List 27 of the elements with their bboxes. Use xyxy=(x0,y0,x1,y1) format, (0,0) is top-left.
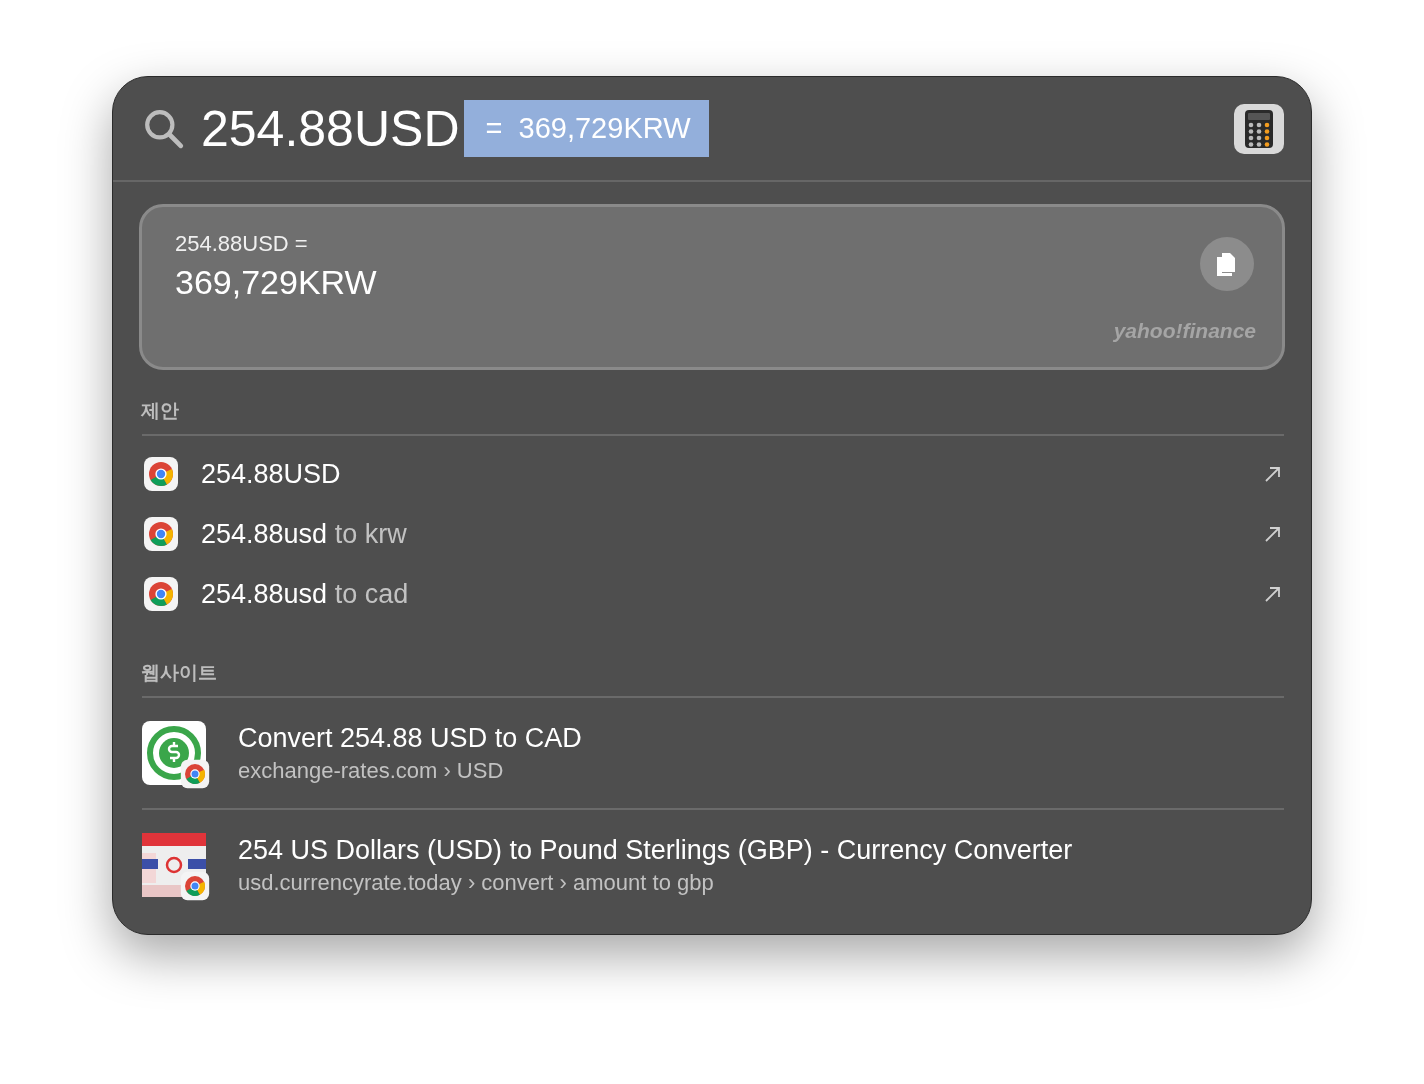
suggestion-text: 254.88usd to krw xyxy=(201,518,407,550)
website-title: Convert 254.88 USD to CAD xyxy=(238,722,582,754)
website-item[interactable]: 254 US Dollars (USD) to Pound Sterlings (GBP) - Currency Converter usd.currencyrate.today › convert › amount to gbp xyxy=(139,810,1285,920)
section-heading: 제안 xyxy=(141,399,180,423)
suggestion-item[interactable]: 254.88usd to krw xyxy=(139,504,1285,564)
conversion-expression: 254.88USD = xyxy=(175,231,309,257)
calculator-icon[interactable] xyxy=(1233,102,1285,155)
inline-result: = 369,729KRW xyxy=(463,100,709,157)
arrow-icon xyxy=(1263,464,1283,484)
website-url: exchange-rates.com › USD xyxy=(238,757,505,784)
arrow-icon xyxy=(1263,584,1283,604)
search-icon xyxy=(143,107,185,150)
section-heading: 웹사이트 xyxy=(141,661,218,685)
suggestion-item[interactable]: 254.88USD xyxy=(139,444,1285,504)
suggestion-text: 254.88usd to cad xyxy=(201,578,409,610)
suggestion-item[interactable]: 254.88usd to cad xyxy=(139,564,1285,624)
conversion-result: 369,729KRW xyxy=(175,263,378,302)
arrow-icon xyxy=(1263,524,1283,544)
suggestion-text: 254.88USD xyxy=(201,458,341,490)
website-url: usd.currencyrate.today › convert › amount to gbp xyxy=(238,869,715,896)
website-title: 254 US Dollars (USD) to Pound Sterlings (GBP) - Currency Converter xyxy=(238,834,1073,866)
search-query[interactable]: 254.88USD xyxy=(201,99,460,158)
chrome-icon xyxy=(143,576,179,612)
chrome-icon xyxy=(143,516,179,552)
website-item[interactable]: Convert 254.88 USD to CAD exchange-rates.com › USD xyxy=(139,698,1285,808)
chrome-icon xyxy=(143,456,179,492)
copy-icon[interactable] xyxy=(1200,237,1254,291)
